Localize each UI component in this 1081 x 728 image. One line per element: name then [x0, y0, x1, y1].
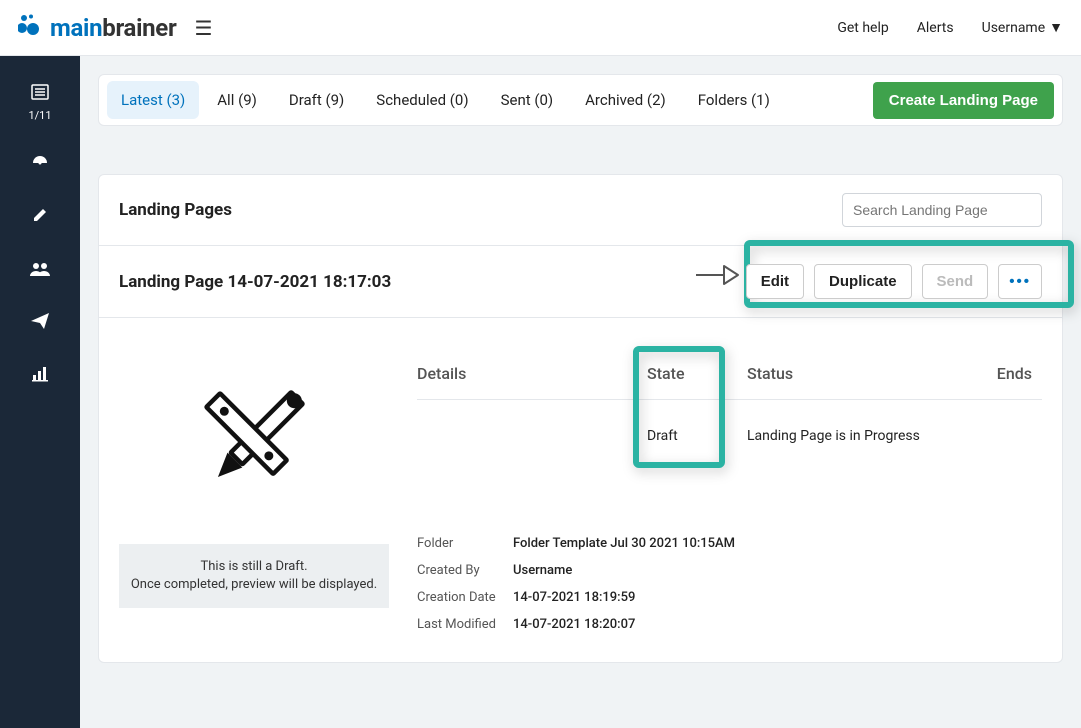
edit-button[interactable]: Edit [746, 264, 804, 299]
topbar: mainbrainer ☰ Get help Alerts Username ▼ [0, 0, 1081, 56]
search-wrap [842, 193, 1042, 227]
item-header: Landing Page 14-07-2021 18:17:03 Edit Du… [99, 245, 1062, 317]
ends-head: Ends [997, 364, 1042, 383]
username-dropdown[interactable]: Username ▼ [982, 19, 1063, 36]
pencil-icon [32, 207, 48, 228]
meta-row-folder: Folder Folder Template Jul 30 2021 10:15… [417, 530, 1042, 557]
hamburger-icon[interactable]: ☰ [194, 16, 212, 40]
send-icon [31, 313, 49, 334]
meta-creation-date-label: Creation Date [417, 590, 513, 605]
meta-last-modified-val: 14-07-2021 18:20:07 [513, 617, 635, 632]
meta-folder-val: Folder Template Jul 30 2021 10:15AM [513, 536, 735, 551]
logo-dots-icon [18, 14, 42, 42]
caret-down-icon: ▼ [1049, 19, 1063, 36]
main-area: Latest (3) All (9) Draft (9) Scheduled (… [80, 56, 1081, 728]
get-help-link[interactable]: Get help [837, 20, 888, 36]
send-button[interactable]: Send [922, 264, 989, 299]
item-actions: Edit Duplicate Send ••• [746, 264, 1042, 299]
draft-message-line2: Once completed, preview will be displaye… [129, 576, 379, 594]
item-title: Landing Page 14-07-2021 18:17:03 [119, 272, 391, 292]
page-title: Landing Pages [119, 200, 232, 220]
alerts-link[interactable]: Alerts [917, 20, 954, 36]
content-header: Landing Pages [99, 175, 1062, 245]
users-icon [30, 260, 50, 281]
logo-text-brainer: brainer [102, 14, 176, 42]
duplicate-button[interactable]: Duplicate [814, 264, 912, 299]
state-val: Draft [647, 428, 727, 444]
state-head: State [647, 364, 727, 383]
meta-row-last-modified: Last Modified 14-07-2021 18:20:07 [417, 611, 1042, 638]
sidebar-item-edit[interactable] [32, 207, 48, 228]
chart-icon [32, 366, 48, 387]
meta-folder-label: Folder [417, 536, 513, 551]
more-button[interactable]: ••• [998, 264, 1042, 299]
draft-message: This is still a Draft. Once completed, p… [119, 544, 389, 608]
status-head: Status [747, 364, 947, 383]
search-input[interactable] [842, 193, 1042, 227]
tab-sent[interactable]: Sent (0) [487, 81, 568, 119]
item-body: This is still a Draft. Once completed, p… [99, 317, 1062, 662]
logo-text-main: main [50, 14, 102, 42]
status-val: Landing Page is in Progress [747, 428, 967, 444]
sidebar-step-label: 1/11 [28, 109, 51, 122]
meta-created-by-label: Created By [417, 563, 513, 578]
logo[interactable]: mainbrainer [18, 14, 176, 42]
tabs-card: Latest (3) All (9) Draft (9) Scheduled (… [98, 74, 1063, 126]
username-label: Username [982, 20, 1046, 36]
details-head: Details [417, 364, 647, 383]
create-landing-page-button[interactable]: Create Landing Page [873, 82, 1054, 119]
tab-draft[interactable]: Draft (9) [275, 81, 358, 119]
preview-column: This is still a Draft. Once completed, p… [119, 318, 389, 608]
sidebar-item-analytics[interactable] [32, 366, 48, 387]
tab-all[interactable]: All (9) [203, 81, 271, 119]
details-val [417, 428, 647, 444]
annotation-arrow-icon [694, 260, 740, 294]
dashboard-icon [31, 154, 49, 175]
meta-section: Folder Folder Template Jul 30 2021 10:15… [417, 530, 1042, 638]
sidebar-item-users[interactable] [30, 260, 50, 281]
details-column: Details State Status Ends Draft Landing … [417, 318, 1042, 638]
meta-row-created-by: Created By Username [417, 557, 1042, 584]
meta-last-modified-label: Last Modified [417, 617, 513, 632]
draft-message-line1: This is still a Draft. [200, 559, 307, 574]
tab-scheduled[interactable]: Scheduled (0) [362, 81, 482, 119]
meta-creation-date-val: 14-07-2021 18:19:59 [513, 590, 635, 605]
details-header-row: Details State Status Ends [417, 364, 1042, 400]
tab-archived[interactable]: Archived (2) [571, 81, 680, 119]
draft-icon [179, 366, 329, 520]
sidebar: 1/11 [0, 56, 80, 728]
sidebar-item-send[interactable] [31, 313, 49, 334]
details-value-row: Draft Landing Page is in Progress [417, 400, 1042, 444]
meta-row-creation-date: Creation Date 14-07-2021 18:19:59 [417, 584, 1042, 611]
content-card: Landing Pages Landing Page 14-07-2021 18… [98, 174, 1063, 663]
list-icon [31, 84, 49, 105]
tab-folders[interactable]: Folders (1) [684, 81, 784, 119]
topbar-right: Get help Alerts Username ▼ [837, 19, 1063, 36]
sidebar-item-step[interactable]: 1/11 [28, 84, 51, 122]
tab-latest[interactable]: Latest (3) [107, 81, 199, 119]
meta-created-by-val: Username [513, 563, 572, 578]
state-head-label: State [647, 364, 685, 383]
sidebar-item-dashboard[interactable] [31, 154, 49, 175]
